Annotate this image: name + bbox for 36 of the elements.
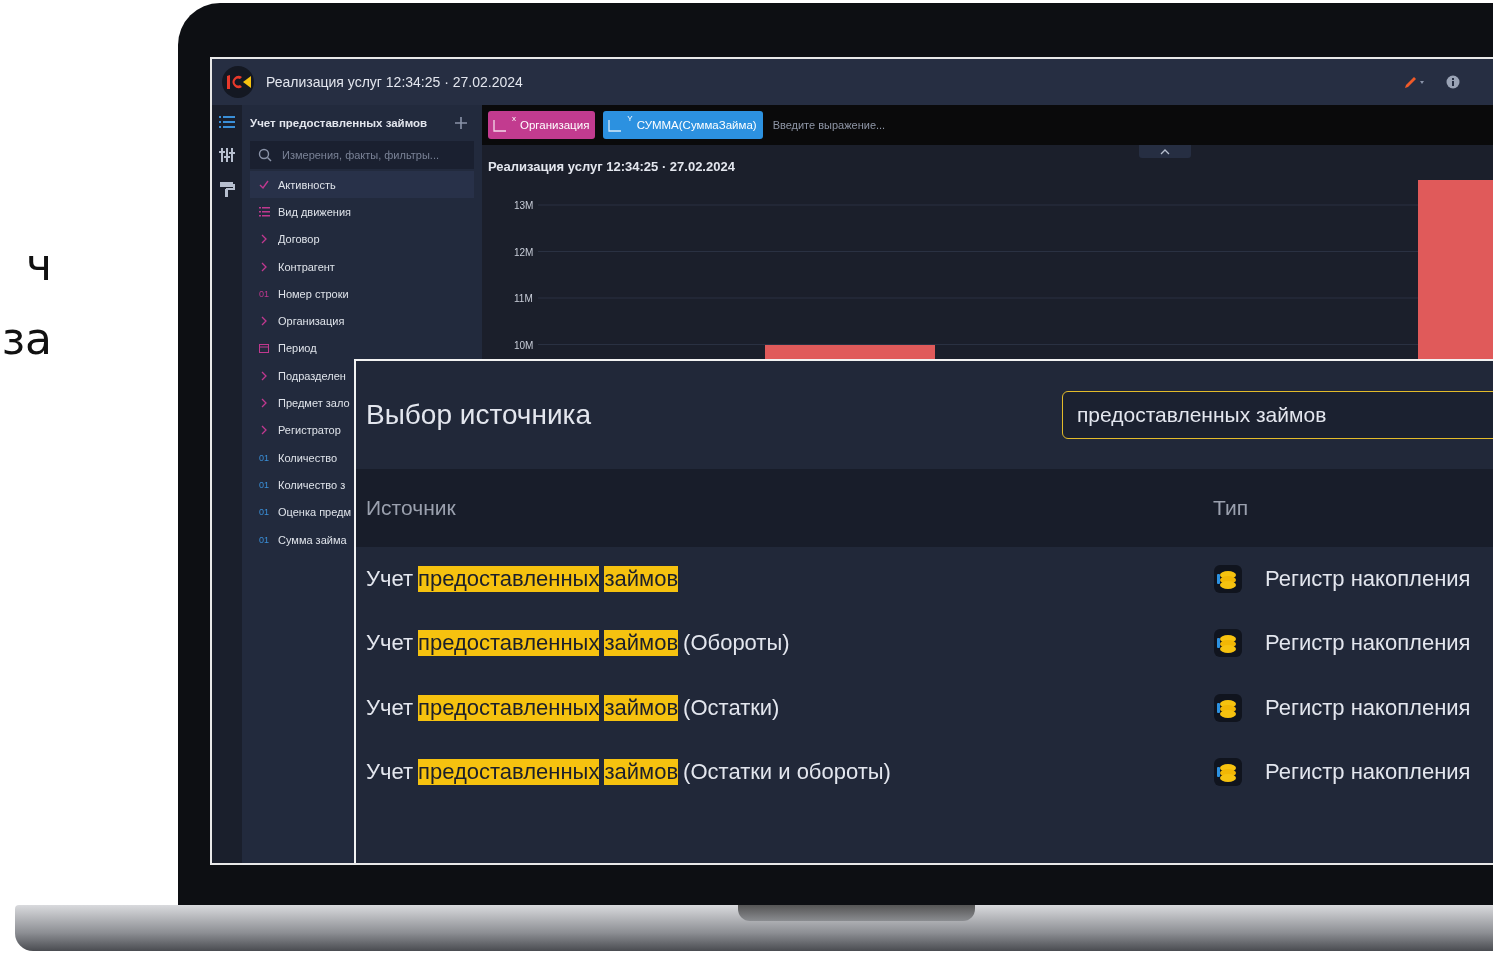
chart-title: Реализация услуг 12:34:25 · 27.02.2024 [488,159,735,174]
type-label: Регистр накопления [1265,630,1471,657]
axis-label: 13M [514,200,534,211]
source-name: (Остатки и обороты) [683,759,891,786]
search-match: предоставленных [418,759,600,786]
search-match: предоставленных [418,694,600,721]
type-label: Регистр накопления [1265,759,1471,786]
window-title: Реализация услуг 12:34:25 · 27.02.2024 [266,74,523,90]
search-match: займов [604,630,679,657]
slide-text: за [1,312,52,366]
source-name: Учет [366,630,414,657]
search-match: займов [604,566,679,593]
source-name: (Обороты) [683,630,790,657]
search-match: предоставленных [418,566,600,593]
dialog-title: Выбор источника [366,399,591,431]
axis-label: 10M [514,339,534,351]
type-label: Регистр накопления [1265,694,1471,721]
type-label: Регистр накопления [1265,566,1471,593]
column-header: Тип [1213,496,1249,520]
source-name: Учет [366,566,414,593]
type-label: 01 [259,479,269,490]
column-header: Источник [365,496,457,520]
search-match: предоставленных [418,630,600,657]
type-label: 01 [259,507,269,518]
slide-text: ч [26,238,52,292]
source-name: Учет [366,694,414,721]
axis-label: 12M [514,246,534,258]
source-name: Учет [366,759,414,786]
axis-label: 11M [514,293,533,304]
type-label: 01 [259,452,269,463]
search-match: займов [604,694,679,721]
search-match: займов [604,759,679,786]
type-label: 01 [259,288,269,299]
type-label: 01 [259,534,269,545]
source-name: (Остатки) [683,694,780,721]
source-title: Учет предоставленных займов [250,117,428,129]
